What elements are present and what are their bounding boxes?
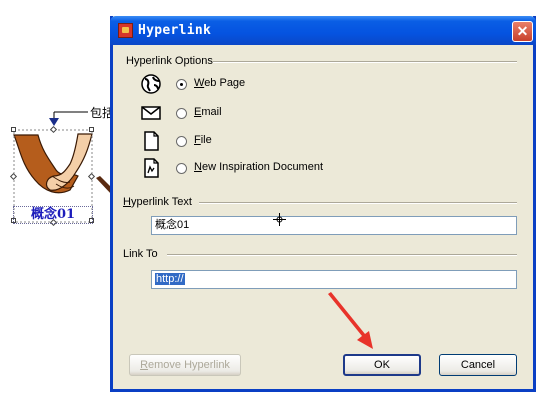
link-to-input[interactable]: http:// <box>151 270 517 289</box>
option-new-inspiration-document[interactable]: New Inspiration Document <box>140 157 440 179</box>
web-page-radio[interactable] <box>176 79 187 90</box>
globe-icon <box>141 74 161 94</box>
web-page-label: Web Page <box>194 77 246 89</box>
hyperlink-text-label: Hyperlink Text <box>123 196 192 208</box>
group-divider <box>199 202 517 204</box>
new-inspiration-document-radio[interactable] <box>176 163 187 174</box>
concept-node-label[interactable]: 概念01 <box>13 206 93 224</box>
resize-handle[interactable] <box>11 127 16 132</box>
handshake-image <box>13 133 93 194</box>
annotation-arrow-icon <box>328 292 373 349</box>
file-label: File <box>194 134 212 146</box>
remove-hyperlink-button[interactable]: Remove Hyperlink <box>129 354 241 376</box>
selected-url-text: http:// <box>155 273 185 285</box>
group-divider <box>167 254 517 256</box>
hyperlink-options-label: Hyperlink Options <box>126 55 213 67</box>
hyperlink-dialog: Hyperlink ✕ Hyperlink Options Web Page E… <box>110 16 536 392</box>
crosshair-cursor-icon <box>273 213 286 226</box>
cancel-button[interactable]: Cancel <box>439 354 517 376</box>
group-divider <box>213 61 517 63</box>
inspiration-doc-icon <box>144 158 159 178</box>
dialog-title: Hyperlink <box>138 23 212 38</box>
email-label: Email <box>194 106 222 118</box>
ok-button[interactable]: OK <box>343 354 421 376</box>
new-inspiration-document-label: New Inspiration Document <box>194 161 324 173</box>
resize-handle[interactable] <box>89 127 94 132</box>
link-arrowhead <box>49 118 59 126</box>
email-radio[interactable] <box>176 108 187 119</box>
close-button[interactable]: ✕ <box>512 21 533 42</box>
option-web-page[interactable]: Web Page <box>140 73 340 95</box>
option-email[interactable]: Email <box>140 102 340 124</box>
envelope-icon <box>141 106 161 120</box>
file-icon <box>144 131 159 151</box>
dialog-titlebar[interactable]: Hyperlink ✕ <box>110 16 536 45</box>
app-icon <box>118 23 133 38</box>
option-file[interactable]: File <box>140 130 340 152</box>
file-radio[interactable] <box>176 136 187 147</box>
link-to-label: Link To <box>123 248 158 260</box>
hyperlink-text-input[interactable]: 概念01 <box>151 216 517 235</box>
